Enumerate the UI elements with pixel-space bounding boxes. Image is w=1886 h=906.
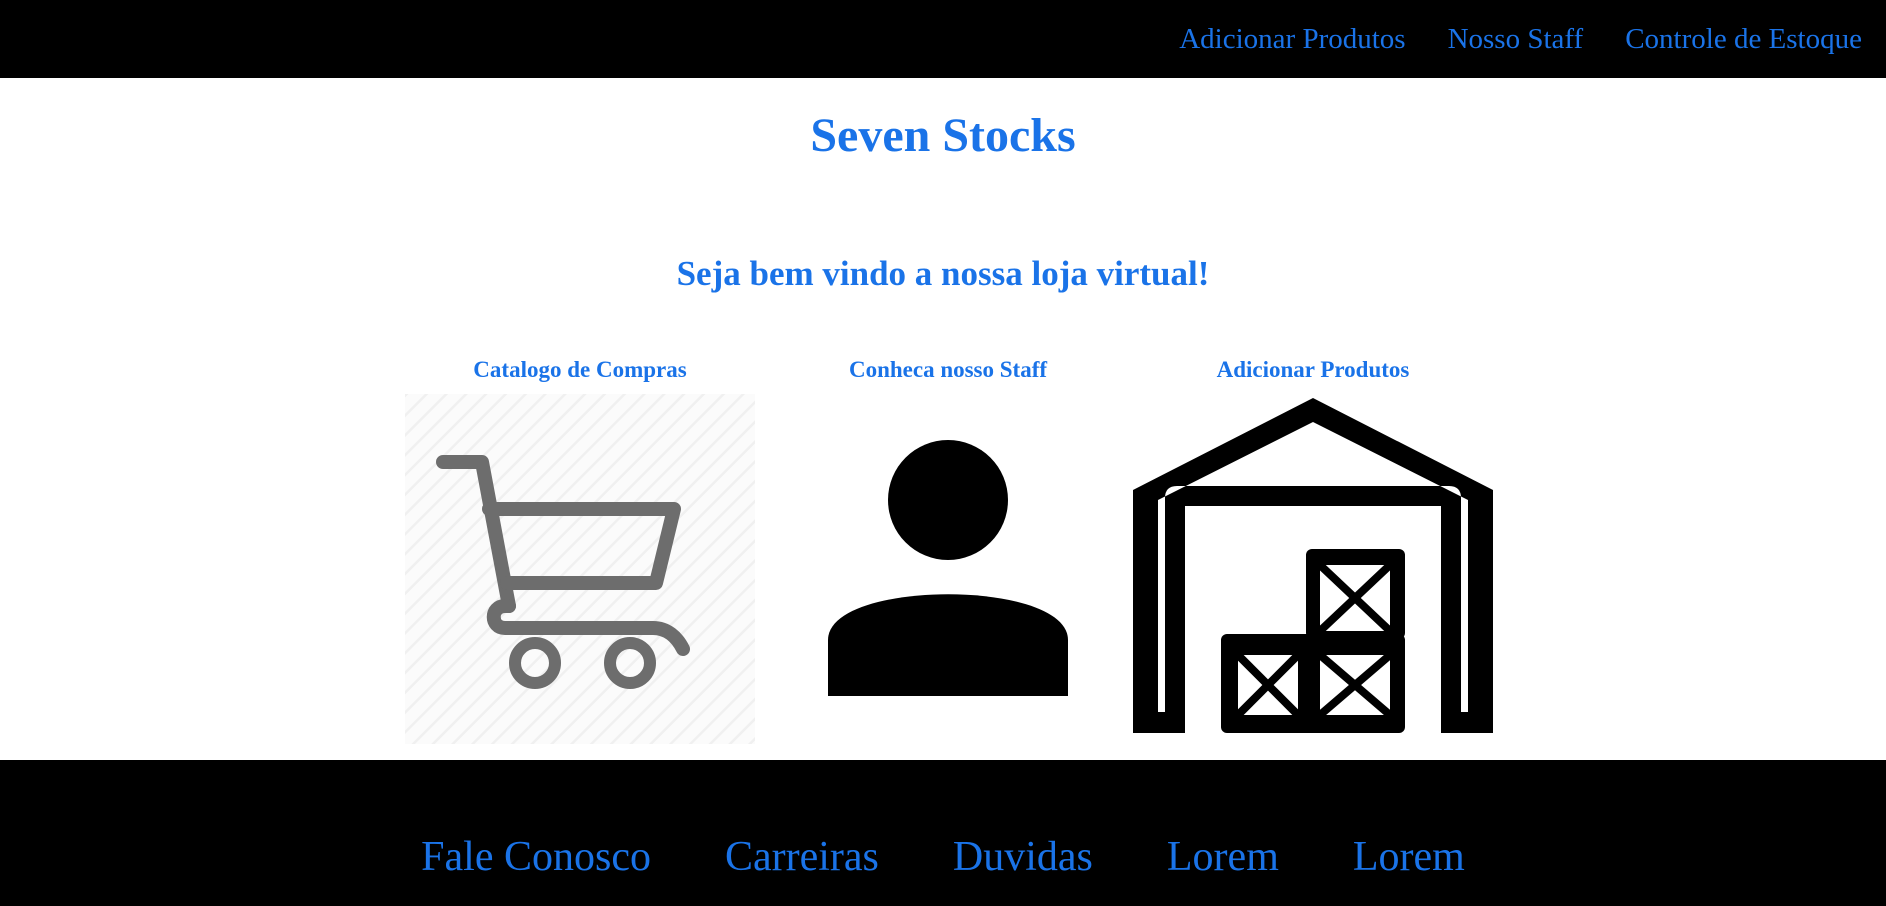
- nav-link-nosso-staff[interactable]: Nosso Staff: [1448, 23, 1584, 56]
- nav-link-adicionar-produtos[interactable]: Adicionar Produtos: [1179, 23, 1405, 56]
- top-navbar: Adicionar Produtos Nosso Staff Controle …: [0, 0, 1886, 78]
- card-title-catalogo[interactable]: Catalogo de Compras: [400, 352, 760, 388]
- card-title-adicionar-produtos[interactable]: Adicionar Produtos: [1133, 352, 1493, 388]
- shopping-cart-icon[interactable]: [405, 394, 755, 744]
- card-adicionar-produtos[interactable]: Adicionar Produtos: [1133, 352, 1493, 733]
- nav-link-controle-de-estoque[interactable]: Controle de Estoque: [1625, 23, 1862, 56]
- card-catalogo-de-compras[interactable]: Catalogo de Compras: [400, 352, 760, 744]
- warehouse-icon[interactable]: [1133, 394, 1493, 744]
- footer-link-lorem-2[interactable]: Lorem: [1353, 832, 1465, 882]
- site-title: Seven Stocks: [810, 109, 1076, 162]
- footer-link-lorem-1[interactable]: Lorem: [1167, 832, 1279, 882]
- footer: Fale Conosco Carreiras Duvidas Lorem Lor…: [0, 760, 1886, 906]
- top-nav: Adicionar Produtos Nosso Staff Controle …: [1179, 0, 1862, 78]
- card-title-staff[interactable]: Conheca nosso Staff: [768, 352, 1128, 388]
- footer-link-duvidas[interactable]: Duvidas: [953, 832, 1093, 882]
- person-icon[interactable]: [768, 394, 1128, 744]
- welcome-heading: Seja bem vindo a nossa loja virtual!: [676, 254, 1210, 293]
- footer-nav: Fale Conosco Carreiras Duvidas Lorem Lor…: [0, 832, 1886, 882]
- footer-link-carreiras[interactable]: Carreiras: [725, 832, 879, 882]
- card-conheca-nosso-staff[interactable]: Conheca nosso Staff: [768, 352, 1128, 696]
- footer-link-fale-conosco[interactable]: Fale Conosco: [421, 832, 651, 882]
